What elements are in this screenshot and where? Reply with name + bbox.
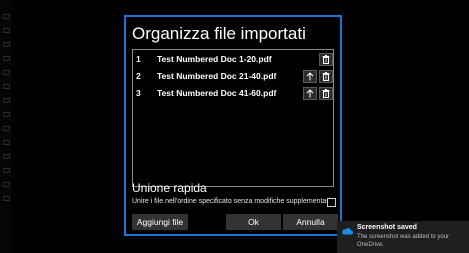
tool-icon[interactable] bbox=[3, 42, 10, 47]
file-name: Test Numbered Doc 21-40.pdf bbox=[157, 71, 277, 81]
toast-body: The screenshot was added to your OneDriv… bbox=[357, 234, 450, 248]
tool-icon[interactable] bbox=[3, 28, 10, 33]
tool-icon[interactable] bbox=[3, 112, 10, 117]
quick-merge-checkbox[interactable] bbox=[327, 198, 336, 207]
cancel-button[interactable]: Annulla bbox=[283, 214, 338, 230]
add-files-button[interactable]: Aggiungi file bbox=[132, 214, 188, 230]
file-index: 3 bbox=[136, 88, 141, 98]
toast-title: Screenshot saved bbox=[357, 224, 417, 231]
tool-icon[interactable] bbox=[3, 98, 10, 103]
tool-icon[interactable] bbox=[3, 56, 10, 61]
file-name: Test Numbered Doc 41-60.pdf bbox=[157, 88, 277, 98]
tool-icon[interactable] bbox=[3, 182, 10, 187]
screenshot-toast[interactable]: Screenshot saved The screenshot was adde… bbox=[337, 221, 469, 253]
organize-files-dialog: Organizza file importati 1 Test Numbered… bbox=[124, 15, 342, 236]
quick-merge-label: Unire i file nell'ordine specificato sen… bbox=[132, 198, 335, 205]
trash-icon bbox=[322, 55, 330, 64]
arrow-up-icon bbox=[306, 72, 314, 81]
move-up-button[interactable] bbox=[303, 70, 317, 83]
delete-file-button[interactable] bbox=[319, 53, 333, 66]
tool-icon[interactable] bbox=[3, 168, 10, 173]
delete-file-button[interactable] bbox=[319, 87, 333, 100]
ok-button[interactable]: Ok bbox=[226, 214, 281, 230]
onedrive-cloud-icon bbox=[342, 228, 353, 235]
tool-icon[interactable] bbox=[3, 196, 10, 201]
move-up-button[interactable] bbox=[303, 87, 317, 100]
dialog-title: Organizza file importati bbox=[132, 24, 306, 43]
tool-icon[interactable] bbox=[3, 140, 10, 145]
tool-icon[interactable] bbox=[3, 154, 10, 159]
file-row[interactable]: 1 Test Numbered Doc 1-20.pdf bbox=[133, 52, 333, 68]
delete-file-button[interactable] bbox=[319, 70, 333, 83]
screen: Organizza file importati 1 Test Numbered… bbox=[0, 0, 469, 253]
left-toolbar bbox=[0, 0, 11, 253]
tool-icon[interactable] bbox=[3, 84, 10, 89]
tool-icon[interactable] bbox=[3, 70, 10, 75]
file-list[interactable]: 1 Test Numbered Doc 1-20.pdf 2 Test Numb… bbox=[132, 49, 334, 187]
file-name: Test Numbered Doc 1-20.pdf bbox=[157, 54, 272, 64]
file-row[interactable]: 3 Test Numbered Doc 41-60.pdf bbox=[133, 86, 333, 102]
arrow-up-icon bbox=[306, 89, 314, 98]
quick-merge-title: Unione rapida bbox=[132, 181, 207, 195]
tool-icon[interactable] bbox=[3, 126, 10, 131]
trash-icon bbox=[322, 89, 330, 98]
tool-icon[interactable] bbox=[3, 14, 10, 19]
trash-icon bbox=[322, 72, 330, 81]
file-index: 2 bbox=[136, 71, 141, 81]
file-row[interactable]: 2 Test Numbered Doc 21-40.pdf bbox=[133, 69, 333, 85]
file-index: 1 bbox=[136, 54, 141, 64]
